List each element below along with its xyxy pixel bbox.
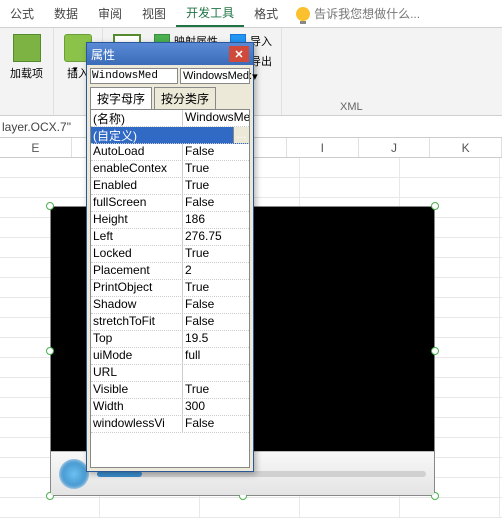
object-selector: WindowsMed:▾: [90, 68, 250, 84]
property-row[interactable]: Placement2: [91, 263, 249, 280]
property-value[interactable]: True: [183, 280, 249, 296]
close-button[interactable]: ✕: [229, 46, 249, 62]
property-value[interactable]: WindowsMedi: [183, 110, 249, 126]
property-value[interactable]: True: [183, 246, 249, 262]
properties-window[interactable]: 属性 ✕ WindowsMed:▾ 按字母序 按分类序 (名称)WindowsM…: [86, 42, 254, 472]
bulb-icon: [296, 7, 310, 21]
property-row[interactable]: fullScreenFalse: [91, 195, 249, 212]
resize-handle[interactable]: [431, 347, 439, 355]
property-name: uiMode: [91, 348, 183, 364]
property-value[interactable]: [183, 127, 233, 143]
property-value[interactable]: 19.5: [183, 331, 249, 347]
tab-formulas[interactable]: 公式: [0, 0, 44, 27]
property-name: Top: [91, 331, 183, 347]
resize-handle[interactable]: [431, 202, 439, 210]
property-row[interactable]: Height186: [91, 212, 249, 229]
property-name: Shadow: [91, 297, 183, 313]
property-value[interactable]: False: [183, 314, 249, 330]
property-name: (自定义): [91, 127, 183, 143]
property-name: Placement: [91, 263, 183, 279]
property-value[interactable]: True: [183, 161, 249, 177]
property-list[interactable]: (名称)WindowsMedi(自定义)...AutoLoadFalseenab…: [90, 109, 250, 468]
property-name: windowlessVi: [91, 416, 183, 432]
object-type-dropdown[interactable]: WindowsMed:▾: [180, 68, 250, 84]
property-name: Enabled: [91, 178, 183, 194]
property-name: (名称): [91, 110, 183, 126]
tab-data[interactable]: 数据: [44, 0, 88, 27]
property-value[interactable]: True: [183, 382, 249, 398]
ellipsis-button[interactable]: ...: [233, 127, 249, 143]
properties-titlebar[interactable]: 属性 ✕: [87, 43, 253, 65]
property-value[interactable]: 186: [183, 212, 249, 228]
property-name: AutoLoad: [91, 144, 183, 160]
properties-title: 属性: [91, 46, 115, 63]
property-row[interactable]: PrintObjectTrue: [91, 280, 249, 297]
sort-tabs: 按字母序 按分类序: [90, 87, 250, 109]
property-row[interactable]: enableContexTrue: [91, 161, 249, 178]
resize-handle[interactable]: [46, 347, 54, 355]
property-row[interactable]: uiModefull: [91, 348, 249, 365]
property-value[interactable]: 276.75: [183, 229, 249, 245]
play-button[interactable]: [59, 459, 89, 489]
addins-label: 加载项: [10, 65, 43, 81]
property-value[interactable]: False: [183, 416, 249, 432]
property-row[interactable]: Top19.5: [91, 331, 249, 348]
property-value[interactable]: [183, 365, 249, 381]
addins-button[interactable]: 加载项: [6, 32, 47, 83]
property-name: URL: [91, 365, 183, 381]
property-name: Height: [91, 212, 183, 228]
property-name: PrintObject: [91, 280, 183, 296]
property-row[interactable]: AutoLoadFalse: [91, 144, 249, 161]
property-row[interactable]: VisibleTrue: [91, 382, 249, 399]
ribbon-tabs: 公式 数据 审阅 视图 开发工具 格式 告诉我您想做什么...: [0, 0, 502, 28]
property-name: Width: [91, 399, 183, 415]
property-row[interactable]: EnabledTrue: [91, 178, 249, 195]
tab-format[interactable]: 格式: [244, 0, 288, 27]
property-row[interactable]: Left276.75: [91, 229, 249, 246]
col-header[interactable]: I: [287, 138, 359, 157]
tab-review[interactable]: 审阅: [88, 0, 132, 27]
property-value[interactable]: 300: [183, 399, 249, 415]
property-value[interactable]: False: [183, 195, 249, 211]
property-name: enableContex: [91, 161, 183, 177]
col-header[interactable]: J: [359, 138, 431, 157]
tell-me-label: 告诉我您想做什么...: [314, 5, 420, 22]
property-row[interactable]: (名称)WindowsMedi: [91, 110, 249, 127]
property-value[interactable]: True: [183, 178, 249, 194]
property-name: stretchToFit: [91, 314, 183, 330]
property-value[interactable]: full: [183, 348, 249, 364]
group-xml-label: XML: [340, 101, 363, 113]
tab-alphabetic[interactable]: 按字母序: [90, 87, 152, 109]
tab-developer[interactable]: 开发工具: [176, 0, 244, 27]
property-value[interactable]: 2: [183, 263, 249, 279]
property-name: Left: [91, 229, 183, 245]
property-name: fullScreen: [91, 195, 183, 211]
resize-handle[interactable]: [46, 202, 54, 210]
property-row[interactable]: ShadowFalse: [91, 297, 249, 314]
property-row[interactable]: windowlessViFalse: [91, 416, 249, 433]
property-name: Visible: [91, 382, 183, 398]
col-header[interactable]: E: [0, 138, 72, 157]
property-row[interactable]: stretchToFitFalse: [91, 314, 249, 331]
tab-categorized[interactable]: 按分类序: [154, 87, 216, 109]
property-value[interactable]: False: [183, 297, 249, 313]
property-row[interactable]: LockedTrue: [91, 246, 249, 263]
object-name-input[interactable]: [90, 68, 178, 84]
chevron-down-icon: ▾: [252, 70, 258, 83]
col-header[interactable]: K: [430, 138, 502, 157]
property-value[interactable]: False: [183, 144, 249, 160]
tab-view[interactable]: 视图: [132, 0, 176, 27]
addin-icon: [13, 34, 41, 62]
property-name: Locked: [91, 246, 183, 262]
property-row[interactable]: URL: [91, 365, 249, 382]
property-row[interactable]: Width300: [91, 399, 249, 416]
group-addins: 加载项: [0, 28, 54, 115]
tell-me-search[interactable]: 告诉我您想做什么...: [296, 5, 420, 22]
property-row[interactable]: (自定义)...: [91, 127, 249, 144]
